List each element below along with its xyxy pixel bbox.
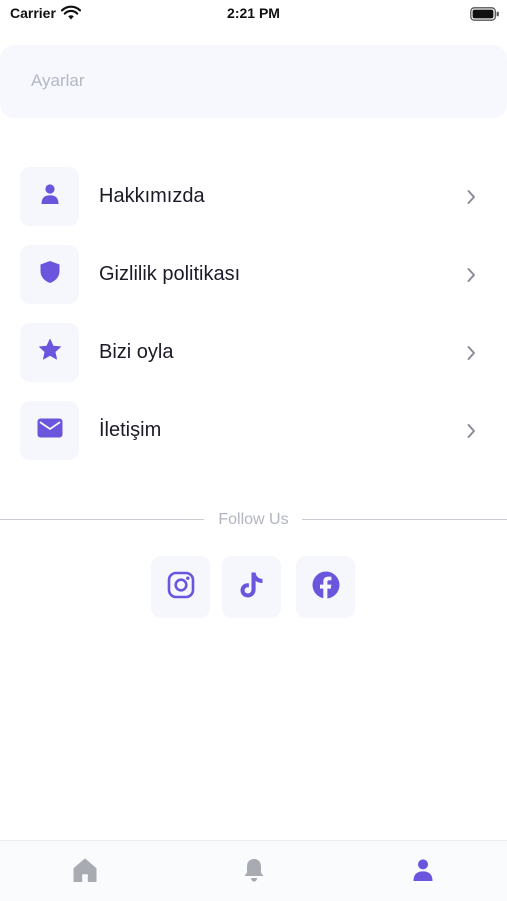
bottom-tab-bar: [0, 840, 507, 901]
follow-us-divider: Follow Us: [0, 509, 507, 531]
menu-icon-box: [20, 401, 79, 460]
mail-icon: [37, 418, 63, 443]
instagram-button[interactable]: [151, 556, 210, 618]
facebook-icon: [312, 571, 340, 604]
tiktok-icon: [239, 571, 265, 604]
follow-us-label: Follow Us: [218, 511, 289, 528]
star-icon: [38, 338, 62, 367]
tiktok-button[interactable]: [222, 556, 281, 618]
menu-icon-box: [20, 167, 79, 226]
shield-icon: [39, 260, 61, 289]
clock: 2:21 PM: [227, 5, 280, 21]
battery-icon: [470, 7, 500, 26]
menu-item-label: Gizlilik politikası: [99, 263, 241, 285]
menu-item-about[interactable]: Hakkımızda: [0, 167, 507, 227]
menu-item-privacy-policy[interactable]: Gizlilik politikası: [0, 245, 507, 305]
menu-item-contact[interactable]: İletişim: [0, 401, 507, 461]
chevron-right-icon: [466, 189, 476, 210]
menu-item-label: Hakkımızda: [99, 185, 205, 207]
person-icon: [412, 858, 434, 887]
menu-item-label: Bizi oyla: [99, 341, 174, 363]
tab-notifications[interactable]: [234, 855, 274, 889]
facebook-button[interactable]: [296, 556, 355, 618]
tab-home[interactable]: [65, 855, 105, 889]
menu-item-rate-us[interactable]: Bizi oyla: [0, 323, 507, 383]
menu-icon-box: [20, 323, 79, 382]
chevron-right-icon: [466, 423, 476, 444]
status-bar: Carrier 2:21 PM: [0, 0, 507, 30]
bell-icon: [242, 857, 266, 888]
instagram-icon: [167, 571, 195, 604]
menu-icon-box: [20, 245, 79, 304]
tab-profile[interactable]: [403, 855, 443, 889]
header-bar: Ayarlar: [0, 45, 507, 118]
person-icon: [40, 183, 60, 210]
divider-line-right: [302, 519, 507, 520]
chevron-right-icon: [466, 267, 476, 288]
chevron-right-icon: [466, 345, 476, 366]
menu-item-label: İletişim: [99, 419, 162, 441]
home-icon: [72, 857, 98, 888]
page-title: Ayarlar: [31, 71, 85, 90]
